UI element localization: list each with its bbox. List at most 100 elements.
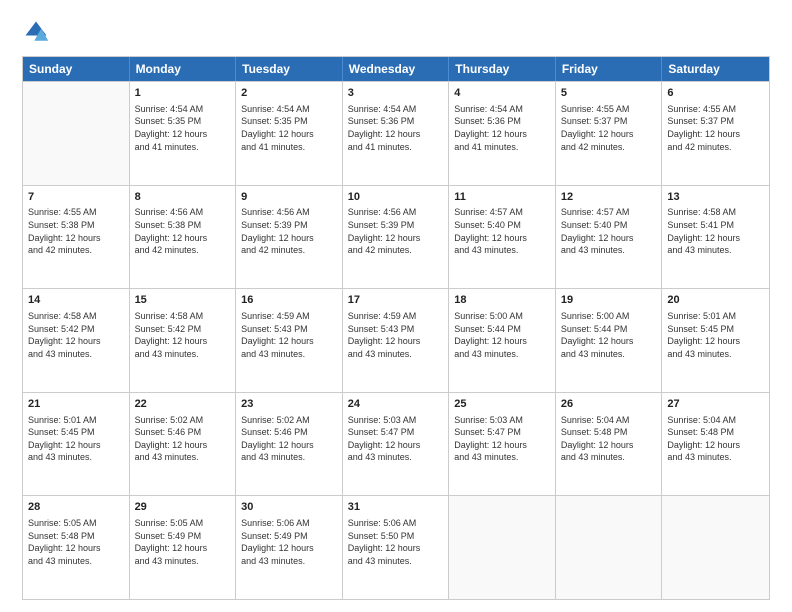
day-number: 5 <box>561 86 657 101</box>
calendar-week: 1 Sunrise: 4:54 AM Sunset: 5:35 PM Daylig… <box>23 81 769 185</box>
day-number: 12 <box>561 190 657 205</box>
calendar-cell: 21 Sunrise: 5:01 AM Sunset: 5:45 PM Dayli… <box>23 393 130 496</box>
calendar-cell: 27Sunrise: 5:04 AM Sunset: 5:48 PM Dayli… <box>662 393 769 496</box>
day-number: 11 <box>454 190 550 205</box>
day-info: Sunrise: 4:57 AM Sunset: 5:40 PM Dayligh… <box>454 206 550 256</box>
day-info: Sunrise: 4:56 AM Sunset: 5:39 PM Dayligh… <box>348 206 444 256</box>
calendar-cell: 6 Sunrise: 4:55 AM Sunset: 5:37 PM Daylig… <box>662 82 769 185</box>
day-number: 7 <box>28 190 124 205</box>
day-info: Sunrise: 5:03 AM Sunset: 5:47 PM Dayligh… <box>348 414 444 464</box>
calendar-body: 1 Sunrise: 4:54 AM Sunset: 5:35 PM Daylig… <box>23 81 769 599</box>
day-info: Sunrise: 4:59 AM Sunset: 5:43 PM Dayligh… <box>241 310 337 360</box>
day-number: 1 <box>135 86 231 101</box>
calendar-week: 21 Sunrise: 5:01 AM Sunset: 5:45 PM Dayli… <box>23 392 769 496</box>
day-number: 13 <box>667 190 764 205</box>
calendar-cell: 23 Sunrise: 5:02 AM Sunset: 5:46 PM Dayli… <box>236 393 343 496</box>
calendar-cell: 30Sunrise: 5:06 AM Sunset: 5:49 PM Dayli… <box>236 496 343 599</box>
calendar-header-cell: Tuesday <box>236 57 343 81</box>
calendar-cell: 20Sunrise: 5:01 AM Sunset: 5:45 PM Dayli… <box>662 289 769 392</box>
day-info: Sunrise: 4:56 AM Sunset: 5:38 PM Dayligh… <box>135 206 231 256</box>
day-number: 10 <box>348 190 444 205</box>
day-info: Sunrise: 4:54 AM Sunset: 5:36 PM Dayligh… <box>454 103 550 153</box>
day-info: Sunrise: 5:05 AM Sunset: 5:48 PM Dayligh… <box>28 517 124 567</box>
calendar-header-cell: Monday <box>130 57 237 81</box>
day-number: 26 <box>561 397 657 412</box>
calendar-cell: 9Sunrise: 4:56 AM Sunset: 5:39 PM Daylig… <box>236 186 343 289</box>
day-number: 31 <box>348 500 444 515</box>
day-number: 25 <box>454 397 550 412</box>
calendar-cell <box>449 496 556 599</box>
day-number: 14 <box>28 293 124 308</box>
calendar-cell: 16 Sunrise: 4:59 AM Sunset: 5:43 PM Dayli… <box>236 289 343 392</box>
calendar-cell: 31 Sunrise: 5:06 AM Sunset: 5:50 PM Dayli… <box>343 496 450 599</box>
day-number: 19 <box>561 293 657 308</box>
day-number: 4 <box>454 86 550 101</box>
calendar: SundayMondayTuesdayWednesdayThursdayFrid… <box>22 56 770 600</box>
day-info: Sunrise: 4:56 AM Sunset: 5:39 PM Dayligh… <box>241 206 337 256</box>
day-info: Sunrise: 5:05 AM Sunset: 5:49 PM Dayligh… <box>135 517 231 567</box>
calendar-cell: 18 Sunrise: 5:00 AM Sunset: 5:44 PM Dayli… <box>449 289 556 392</box>
day-info: Sunrise: 4:54 AM Sunset: 5:35 PM Dayligh… <box>241 103 337 153</box>
day-info: Sunrise: 4:57 AM Sunset: 5:40 PM Dayligh… <box>561 206 657 256</box>
calendar-week: 28 Sunrise: 5:05 AM Sunset: 5:48 PM Dayli… <box>23 495 769 599</box>
calendar-cell: 19 Sunrise: 5:00 AM Sunset: 5:44 PM Dayli… <box>556 289 663 392</box>
day-info: Sunrise: 5:04 AM Sunset: 5:48 PM Dayligh… <box>561 414 657 464</box>
calendar-week: 14 Sunrise: 4:58 AM Sunset: 5:42 PM Dayli… <box>23 288 769 392</box>
day-number: 23 <box>241 397 337 412</box>
day-info: Sunrise: 4:58 AM Sunset: 5:42 PM Dayligh… <box>28 310 124 360</box>
calendar-header-cell: Wednesday <box>343 57 450 81</box>
day-number: 15 <box>135 293 231 308</box>
day-info: Sunrise: 4:59 AM Sunset: 5:43 PM Dayligh… <box>348 310 444 360</box>
header <box>22 18 770 46</box>
calendar-cell: 15 Sunrise: 4:58 AM Sunset: 5:42 PM Dayli… <box>130 289 237 392</box>
calendar-header-cell: Friday <box>556 57 663 81</box>
day-info: Sunrise: 4:54 AM Sunset: 5:36 PM Dayligh… <box>348 103 444 153</box>
calendar-cell: 10Sunrise: 4:56 AM Sunset: 5:39 PM Dayli… <box>343 186 450 289</box>
day-number: 28 <box>28 500 124 515</box>
calendar-cell <box>556 496 663 599</box>
day-info: Sunrise: 4:55 AM Sunset: 5:37 PM Dayligh… <box>667 103 764 153</box>
day-info: Sunrise: 4:58 AM Sunset: 5:41 PM Dayligh… <box>667 206 764 256</box>
day-info: Sunrise: 4:55 AM Sunset: 5:37 PM Dayligh… <box>561 103 657 153</box>
day-info: Sunrise: 5:00 AM Sunset: 5:44 PM Dayligh… <box>454 310 550 360</box>
calendar-cell: 8Sunrise: 4:56 AM Sunset: 5:38 PM Daylig… <box>130 186 237 289</box>
day-info: Sunrise: 4:55 AM Sunset: 5:38 PM Dayligh… <box>28 206 124 256</box>
day-info: Sunrise: 5:01 AM Sunset: 5:45 PM Dayligh… <box>28 414 124 464</box>
day-number: 6 <box>667 86 764 101</box>
day-info: Sunrise: 5:02 AM Sunset: 5:46 PM Dayligh… <box>135 414 231 464</box>
day-number: 24 <box>348 397 444 412</box>
logo-icon <box>22 18 50 46</box>
calendar-cell: 12Sunrise: 4:57 AM Sunset: 5:40 PM Dayli… <box>556 186 663 289</box>
calendar-cell: 22Sunrise: 5:02 AM Sunset: 5:46 PM Dayli… <box>130 393 237 496</box>
day-number: 8 <box>135 190 231 205</box>
day-info: Sunrise: 4:54 AM Sunset: 5:35 PM Dayligh… <box>135 103 231 153</box>
day-number: 2 <box>241 86 337 101</box>
calendar-cell: 24 Sunrise: 5:03 AM Sunset: 5:47 PM Dayli… <box>343 393 450 496</box>
day-info: Sunrise: 5:04 AM Sunset: 5:48 PM Dayligh… <box>667 414 764 464</box>
day-number: 21 <box>28 397 124 412</box>
calendar-cell: 14 Sunrise: 4:58 AM Sunset: 5:42 PM Dayli… <box>23 289 130 392</box>
calendar-cell: 7Sunrise: 4:55 AM Sunset: 5:38 PM Daylig… <box>23 186 130 289</box>
day-number: 18 <box>454 293 550 308</box>
day-info: Sunrise: 5:03 AM Sunset: 5:47 PM Dayligh… <box>454 414 550 464</box>
day-info: Sunrise: 4:58 AM Sunset: 5:42 PM Dayligh… <box>135 310 231 360</box>
calendar-cell: 29Sunrise: 5:05 AM Sunset: 5:49 PM Dayli… <box>130 496 237 599</box>
calendar-cell: 2 Sunrise: 4:54 AM Sunset: 5:35 PM Daylig… <box>236 82 343 185</box>
calendar-cell: 17Sunrise: 4:59 AM Sunset: 5:43 PM Dayli… <box>343 289 450 392</box>
calendar-cell: 4 Sunrise: 4:54 AM Sunset: 5:36 PM Daylig… <box>449 82 556 185</box>
day-info: Sunrise: 5:00 AM Sunset: 5:44 PM Dayligh… <box>561 310 657 360</box>
calendar-cell <box>662 496 769 599</box>
day-number: 9 <box>241 190 337 205</box>
calendar-cell: 11Sunrise: 4:57 AM Sunset: 5:40 PM Dayli… <box>449 186 556 289</box>
day-info: Sunrise: 5:06 AM Sunset: 5:50 PM Dayligh… <box>348 517 444 567</box>
day-number: 16 <box>241 293 337 308</box>
calendar-header-cell: Saturday <box>662 57 769 81</box>
day-info: Sunrise: 5:02 AM Sunset: 5:46 PM Dayligh… <box>241 414 337 464</box>
calendar-header-cell: Thursday <box>449 57 556 81</box>
calendar-cell: 1 Sunrise: 4:54 AM Sunset: 5:35 PM Daylig… <box>130 82 237 185</box>
calendar-week: 7Sunrise: 4:55 AM Sunset: 5:38 PM Daylig… <box>23 185 769 289</box>
calendar-cell: 25 Sunrise: 5:03 AM Sunset: 5:47 PM Dayli… <box>449 393 556 496</box>
calendar-header-cell: Sunday <box>23 57 130 81</box>
calendar-cell: 5 Sunrise: 4:55 AM Sunset: 5:37 PM Daylig… <box>556 82 663 185</box>
page: SundayMondayTuesdayWednesdayThursdayFrid… <box>0 0 792 612</box>
